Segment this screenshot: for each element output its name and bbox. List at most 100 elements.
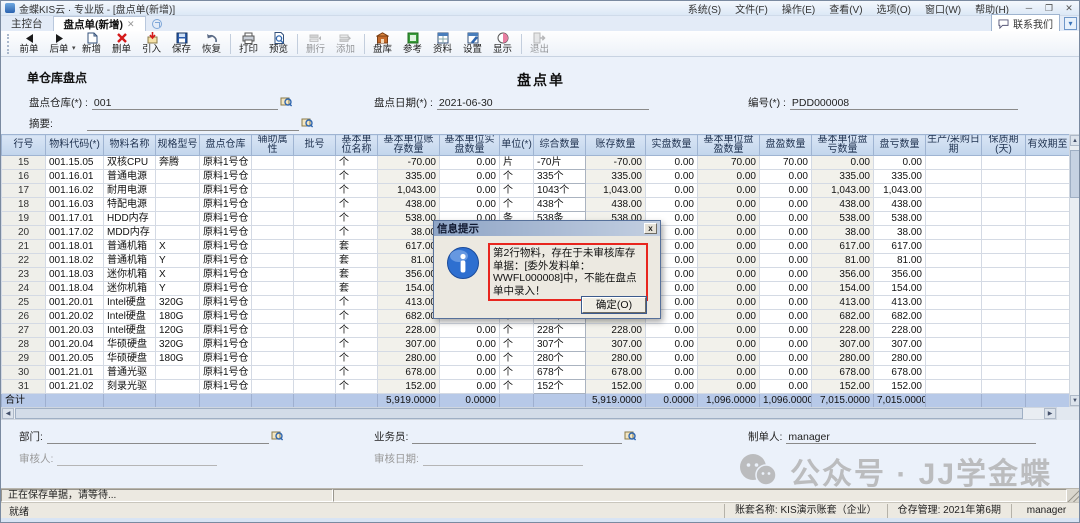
- table-cell[interactable]: 0.00: [760, 170, 812, 184]
- table-cell[interactable]: -70片: [534, 156, 586, 170]
- table-cell[interactable]: [982, 310, 1026, 324]
- table-cell[interactable]: 228.00: [812, 324, 874, 338]
- table-cell[interactable]: 438.00: [378, 198, 440, 212]
- table-cell[interactable]: [982, 380, 1026, 394]
- table-cell[interactable]: [1026, 184, 1070, 198]
- table-cell[interactable]: 001.16.03: [46, 198, 104, 212]
- table-cell[interactable]: 普通机箱: [104, 240, 156, 254]
- column-header[interactable]: 基本单位账存数量: [378, 135, 440, 156]
- table-cell[interactable]: 0.00: [440, 156, 500, 170]
- tab-close-icon[interactable]: ✕: [127, 19, 135, 30]
- table-cell[interactable]: 70.00: [760, 156, 812, 170]
- delete-doc-button[interactable]: 删单: [107, 31, 137, 56]
- table-cell[interactable]: 307个: [534, 338, 586, 352]
- table-cell[interactable]: [982, 226, 1026, 240]
- close-icon[interactable]: ✕: [1063, 3, 1075, 14]
- tab-active[interactable]: 盘点单(新增)✕: [53, 16, 146, 31]
- table-cell[interactable]: [926, 170, 982, 184]
- table-cell[interactable]: 原料1号仓: [200, 338, 252, 352]
- table-cell[interactable]: 原料1号仓: [200, 184, 252, 198]
- salesman-input[interactable]: [412, 443, 622, 444]
- data-button[interactable]: 资料: [428, 31, 458, 56]
- table-cell[interactable]: 0.00: [698, 170, 760, 184]
- table-cell[interactable]: [252, 240, 294, 254]
- table-cell[interactable]: 1,043.00: [586, 184, 646, 198]
- table-cell[interactable]: 180G: [156, 310, 200, 324]
- table-cell[interactable]: 228.00: [874, 324, 926, 338]
- column-header[interactable]: 保质期(天): [982, 135, 1026, 156]
- preview-button[interactable]: 预览: [264, 31, 294, 56]
- table-cell[interactable]: 001.20.05: [46, 352, 104, 366]
- next-doc-button[interactable]: 后单: [44, 31, 74, 56]
- table-cell[interactable]: 原料1号仓: [200, 254, 252, 268]
- column-header[interactable]: 实盘数量: [646, 135, 698, 156]
- table-cell[interactable]: 307.00: [586, 338, 646, 352]
- menu-item[interactable]: 操作(E): [782, 1, 815, 16]
- table-cell[interactable]: [926, 380, 982, 394]
- table-cell[interactable]: 307.00: [874, 338, 926, 352]
- table-cell[interactable]: 个: [500, 184, 534, 198]
- table-cell[interactable]: 1,043.00: [812, 184, 874, 198]
- table-cell[interactable]: 原料1号仓: [200, 310, 252, 324]
- table-cell[interactable]: 0.00: [646, 352, 698, 366]
- table-cell[interactable]: 0.00: [698, 240, 760, 254]
- table-cell[interactable]: 320G: [156, 296, 200, 310]
- table-cell[interactable]: 228.00: [586, 324, 646, 338]
- table-cell[interactable]: 617.00: [378, 240, 440, 254]
- table-cell[interactable]: [982, 268, 1026, 282]
- table-cell[interactable]: 678个: [534, 366, 586, 380]
- save-button[interactable]: 保存: [167, 31, 197, 56]
- table-cell[interactable]: 1043个: [534, 184, 586, 198]
- table-cell[interactable]: 原料1号仓: [200, 198, 252, 212]
- table-cell[interactable]: 356.00: [812, 268, 874, 282]
- table-cell[interactable]: MDD内存: [104, 226, 156, 240]
- table-cell[interactable]: 个: [336, 338, 378, 352]
- table-cell[interactable]: 0.00: [698, 338, 760, 352]
- table-cell[interactable]: [926, 268, 982, 282]
- table-cell[interactable]: [156, 170, 200, 184]
- table-cell[interactable]: 335个: [534, 170, 586, 184]
- table-cell[interactable]: [982, 198, 1026, 212]
- table-cell[interactable]: [294, 366, 336, 380]
- table-cell[interactable]: 套: [336, 282, 378, 296]
- table-cell[interactable]: 0.00: [646, 156, 698, 170]
- table-cell[interactable]: 0.00: [760, 254, 812, 268]
- table-cell[interactable]: [1026, 310, 1070, 324]
- collapse-panel-icon[interactable]: ▾: [1064, 17, 1077, 30]
- table-cell[interactable]: 原料1号仓: [200, 324, 252, 338]
- table-cell[interactable]: [1026, 170, 1070, 184]
- restore-button[interactable]: 恢复: [197, 31, 227, 56]
- table-cell[interactable]: 0.00: [646, 366, 698, 380]
- table-cell[interactable]: 0.00: [760, 324, 812, 338]
- table-cell[interactable]: 0.00: [698, 282, 760, 296]
- salesman-lookup-icon[interactable]: [624, 430, 636, 444]
- table-cell[interactable]: 0.00: [646, 184, 698, 198]
- column-header[interactable]: 行号: [2, 135, 46, 156]
- table-cell[interactable]: 0.00: [698, 352, 760, 366]
- table-cell[interactable]: 0.00: [440, 170, 500, 184]
- table-cell[interactable]: 0.00: [760, 366, 812, 380]
- table-cell[interactable]: 413.00: [378, 296, 440, 310]
- table-cell[interactable]: 华硕硬盘: [104, 338, 156, 352]
- print-button[interactable]: 打印: [234, 31, 264, 56]
- table-cell[interactable]: 280.00: [812, 352, 874, 366]
- table-cell[interactable]: 0.00: [440, 380, 500, 394]
- settings-button[interactable]: 设置: [458, 31, 488, 56]
- prev-doc-button[interactable]: 前单: [14, 31, 44, 56]
- table-cell[interactable]: [252, 170, 294, 184]
- table-cell[interactable]: [926, 226, 982, 240]
- table-cell[interactable]: 335.00: [378, 170, 440, 184]
- new-doc-button[interactable]: 新增: [77, 31, 107, 56]
- table-cell[interactable]: [294, 268, 336, 282]
- table-cell[interactable]: 001.21.02: [46, 380, 104, 394]
- table-cell[interactable]: 0.00: [760, 240, 812, 254]
- table-cell[interactable]: [982, 156, 1026, 170]
- table-cell[interactable]: [982, 184, 1026, 198]
- table-cell[interactable]: 228个: [534, 324, 586, 338]
- table-cell[interactable]: 538.00: [378, 212, 440, 226]
- refresh-tab-icon[interactable]: [152, 19, 162, 29]
- dept-lookup-icon[interactable]: [271, 430, 283, 444]
- table-cell[interactable]: 原料1号仓: [200, 366, 252, 380]
- table-cell[interactable]: [926, 296, 982, 310]
- table-cell[interactable]: [294, 380, 336, 394]
